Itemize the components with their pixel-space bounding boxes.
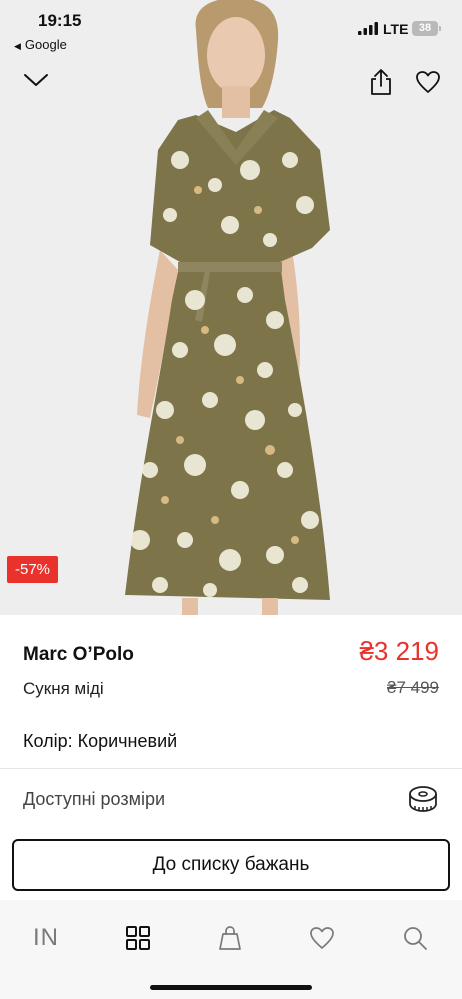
back-to-app-link[interactable]: ◀ Google — [14, 37, 67, 52]
shopping-bag-icon — [219, 926, 241, 950]
brand-name[interactable]: Marc O’Polo — [23, 644, 134, 666]
tab-favorites[interactable] — [302, 922, 342, 954]
divider — [0, 768, 462, 769]
status-time: 19:15 — [38, 11, 82, 30]
status-bar: 19:15 ◀ Google LTE 38 — [0, 0, 462, 56]
sale-price: ₴3 219 — [359, 636, 439, 666]
battery-icon: 38 — [412, 21, 438, 36]
discount-badge: -57% — [7, 556, 59, 583]
tab-home[interactable]: IN — [26, 922, 66, 954]
favorite-button[interactable] — [411, 65, 445, 99]
tab-cart[interactable] — [210, 922, 250, 954]
search-icon — [404, 927, 427, 950]
add-to-wishlist-button[interactable]: До списку бажань — [12, 839, 450, 891]
heart-icon — [310, 927, 334, 949]
share-icon — [371, 69, 391, 95]
available-sizes-label[interactable]: Доступні розміри — [23, 789, 165, 810]
original-price: ₴7 499 — [387, 678, 439, 697]
bottom-tab-bar: IN — [0, 900, 462, 999]
network-type: LTE — [383, 21, 409, 37]
battery-tip — [439, 26, 441, 31]
collapse-button[interactable] — [19, 63, 53, 97]
share-button[interactable] — [364, 65, 398, 99]
signal-icon — [358, 22, 378, 35]
heart-icon — [416, 71, 440, 93]
product-category: Сукня міді — [23, 679, 104, 698]
measuring-tape-icon[interactable] — [407, 784, 439, 814]
brand-logo: IN — [33, 924, 59, 951]
tab-search[interactable] — [395, 922, 435, 954]
chevron-down-icon — [24, 74, 48, 86]
catalog-grid-icon — [126, 926, 150, 950]
product-color: Колір: Коричневий — [23, 731, 178, 751]
tab-catalog[interactable] — [118, 922, 158, 954]
back-app-label: Google — [24, 37, 67, 52]
home-indicator — [150, 985, 312, 990]
